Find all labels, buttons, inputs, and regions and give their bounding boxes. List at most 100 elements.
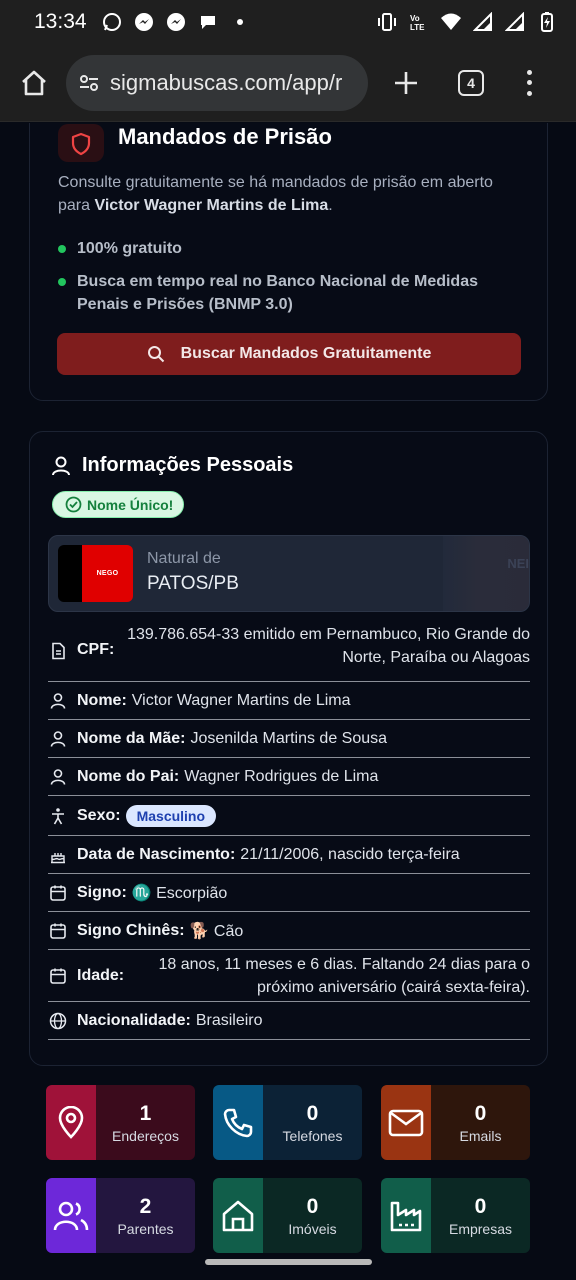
calendar-icon	[48, 883, 68, 903]
person-standing-icon	[48, 806, 68, 826]
birthplace-label: Natural de	[147, 550, 221, 567]
address-bar[interactable]: sigmabuscas.com/app/r	[66, 54, 368, 111]
tile-relatives[interactable]: 2 Parentes	[46, 1178, 195, 1253]
mail-icon	[381, 1085, 431, 1160]
tile-label: Parentes	[117, 1220, 174, 1237]
tile-emails[interactable]: 0 Emails	[381, 1085, 530, 1160]
chinese-sign-value: 🐕 Cão	[189, 922, 244, 940]
row-sign: Signo: ♏ Escorpião	[48, 874, 530, 912]
bullet-free: 100% gratuito	[58, 237, 182, 260]
bullet-realtime: Busca em tempo real no Banco Nacional de…	[58, 270, 528, 316]
birthplace-value: PATOS/PB	[147, 573, 239, 594]
row-age: Idade: 18 anos, 11 meses e 6 dias. Falta…	[48, 950, 530, 1002]
signal-icon-2	[504, 11, 526, 33]
nationality-label: Nacionalidade:	[77, 1011, 191, 1029]
volte-icon: Vo LTE	[408, 11, 430, 33]
users-icon	[46, 1178, 96, 1253]
sex-label: Sexo:	[77, 806, 121, 824]
check-circle-icon	[65, 496, 82, 513]
browser-toolbar: sigmabuscas.com/app/r 4	[0, 44, 576, 122]
tab-count: 4	[467, 74, 475, 91]
row-birthdate: Data de Nascimento: 21/11/2006, nascido …	[48, 836, 530, 874]
cpf-label: CPF:	[77, 641, 115, 658]
chat-bubble-icon	[197, 11, 219, 33]
warrant-desc-name: Victor Wagner Martins de Lima	[94, 197, 329, 214]
search-warrants-button[interactable]: Buscar Mandados Gratuitamente	[57, 333, 521, 375]
flag-text: NEGO	[96, 570, 119, 577]
tile-count: 0	[306, 1194, 319, 1218]
whatsapp-icon	[101, 11, 123, 33]
warrant-description: Consulte gratuitamente se há mandados de…	[58, 171, 518, 217]
row-chinese-sign: Signo Chinês: 🐕 Cão	[48, 912, 530, 950]
faded-flag-text: NEI	[507, 556, 529, 571]
row-father: Nome do Pai: Wagner Rodrigues de Lima	[48, 758, 530, 796]
tile-count: 0	[306, 1101, 319, 1125]
birthdate-value: 21/11/2006, nascido terça-feira	[240, 845, 460, 863]
mother-value: Josenilda Martins de Sousa	[190, 729, 388, 747]
green-dot-icon	[58, 278, 66, 286]
plus-icon	[395, 71, 417, 94]
birthdate-label: Data de Nascimento:	[77, 845, 236, 863]
sign-value: ♏ Escorpião	[131, 884, 228, 902]
user-icon	[48, 729, 68, 749]
messenger-icon	[133, 11, 155, 33]
father-value: Wagner Rodrigues de Lima	[184, 767, 379, 785]
tile-addresses[interactable]: 1 Endereços	[46, 1085, 195, 1160]
messenger-icon-2	[165, 11, 187, 33]
sex-badge: Masculino	[125, 804, 217, 827]
new-tab-button[interactable]	[390, 67, 422, 99]
chinese-sign-label: Signo Chinês:	[77, 921, 185, 939]
tile-label: Telefones	[282, 1127, 343, 1144]
birthplace-fade: NEI	[443, 536, 529, 611]
home-icon	[213, 1178, 263, 1253]
home-icon	[22, 70, 46, 95]
shield-icon-box	[58, 124, 104, 162]
signal-icon	[472, 11, 494, 33]
tile-label: Emails	[459, 1127, 502, 1144]
calendar-icon	[48, 921, 68, 941]
warrant-card: Mandados de Prisão Consulte gratuitament…	[29, 123, 548, 401]
sign-label: Signo:	[77, 883, 127, 901]
warrant-desc-suffix: .	[328, 197, 333, 214]
cpf-value: 139.786.654-33 emitido em Pernambuco, Ri…	[127, 626, 530, 666]
tab-switcher-button[interactable]: 4	[458, 69, 484, 96]
menu-dot	[526, 80, 532, 85]
personal-info-rows: CPF: 139.786.654-33 emitido em Pernambuc…	[48, 624, 530, 1040]
bullet-text: 100% gratuito	[77, 240, 182, 257]
tile-properties[interactable]: 0 Imóveis	[213, 1178, 362, 1253]
bullet-text: Busca em tempo real no Banco Nacional de…	[77, 273, 478, 313]
search-icon	[147, 346, 164, 363]
notification-dot-icon	[229, 11, 251, 33]
personal-info-card: Informações Pessoais Nome Único! NEGO Na…	[29, 431, 548, 1066]
unique-badge-label: Nome Único!	[87, 496, 174, 513]
gesture-nav-handle[interactable]	[205, 1259, 372, 1265]
tile-label: Imóveis	[288, 1220, 337, 1237]
home-button[interactable]	[16, 65, 52, 101]
vibrate-icon	[376, 11, 398, 33]
page-content[interactable]: Mandados de Prisão Consulte gratuitament…	[0, 123, 576, 1280]
tile-phones[interactable]: 0 Telefones	[213, 1085, 362, 1160]
map-pin-icon	[46, 1085, 96, 1160]
age-label: Idade:	[77, 966, 125, 984]
age-value: 18 anos, 11 meses e 6 dias. Faltando 24 …	[158, 955, 531, 996]
row-cpf: CPF: 139.786.654-33 emitido em Pernambuc…	[48, 624, 530, 682]
tile-count: 1	[139, 1101, 152, 1125]
city-flag: NEGO	[58, 545, 133, 602]
site-settings-icon	[80, 74, 98, 91]
name-label: Nome:	[77, 691, 127, 709]
green-dot-icon	[58, 245, 66, 253]
globe-icon	[48, 1011, 68, 1031]
menu-dot	[526, 69, 532, 75]
wifi-icon	[440, 11, 462, 33]
menu-dot	[526, 90, 532, 96]
user-icon	[48, 767, 68, 787]
status-time: 13:34	[34, 10, 87, 33]
status-bar: 13:34 Vo LTE	[0, 0, 576, 44]
svg-text:Vo: Vo	[410, 14, 420, 23]
tile-companies[interactable]: 0 Empresas	[381, 1178, 530, 1253]
search-warrants-label: Buscar Mandados Gratuitamente	[180, 345, 432, 362]
tile-count: 0	[474, 1194, 487, 1218]
url-text: sigmabuscas.com/app/r	[110, 69, 343, 95]
mother-label: Nome da Mãe:	[77, 729, 186, 747]
browser-menu-button[interactable]	[524, 68, 534, 98]
